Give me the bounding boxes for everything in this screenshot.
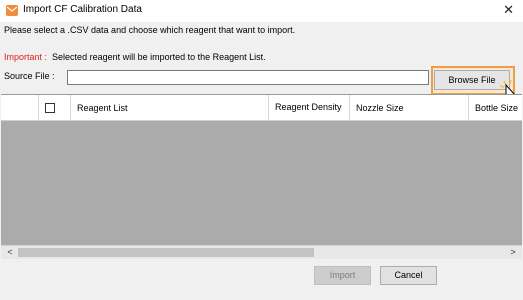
instruction-text: Please select a .CSV data and choose whi… xyxy=(4,25,296,35)
header-select-all[interactable] xyxy=(39,95,71,120)
important-note: Important : Selected reagent will be imp… xyxy=(4,52,266,62)
envelope-icon xyxy=(6,5,18,16)
important-text: Selected reagent will be imported to the… xyxy=(52,52,266,62)
import-button[interactable]: Import xyxy=(314,266,371,285)
select-all-checkbox[interactable] xyxy=(45,102,55,113)
header-reagent-density[interactable]: Reagent Density xyxy=(269,95,350,120)
close-icon[interactable]: ✕ xyxy=(503,2,514,18)
scroll-thumb[interactable] xyxy=(18,248,314,257)
header-nozzle-size[interactable]: Nozzle Size xyxy=(350,95,469,120)
title-bar: Import CF Calibration Data ✕ xyxy=(0,0,523,22)
browse-file-button[interactable]: Browse File xyxy=(434,70,510,90)
header-row-selector xyxy=(1,95,39,120)
important-label: Important : xyxy=(4,52,48,62)
reagent-grid[interactable]: Reagent List Reagent Density Nozzle Size… xyxy=(1,94,522,259)
window-title: Import CF Calibration Data xyxy=(23,4,142,15)
scroll-right-icon[interactable]: > xyxy=(506,246,520,259)
scroll-left-icon[interactable]: < xyxy=(3,246,17,259)
horizontal-scrollbar[interactable]: < > xyxy=(1,245,522,259)
grid-header: Reagent List Reagent Density Nozzle Size… xyxy=(1,95,522,121)
source-file-label: Source File : xyxy=(4,71,55,81)
header-reagent-list[interactable]: Reagent List xyxy=(71,95,269,120)
source-file-input[interactable] xyxy=(67,70,429,85)
cancel-button[interactable]: Cancel xyxy=(380,266,437,285)
header-bottle-size[interactable]: Bottle Size xyxy=(469,95,522,120)
